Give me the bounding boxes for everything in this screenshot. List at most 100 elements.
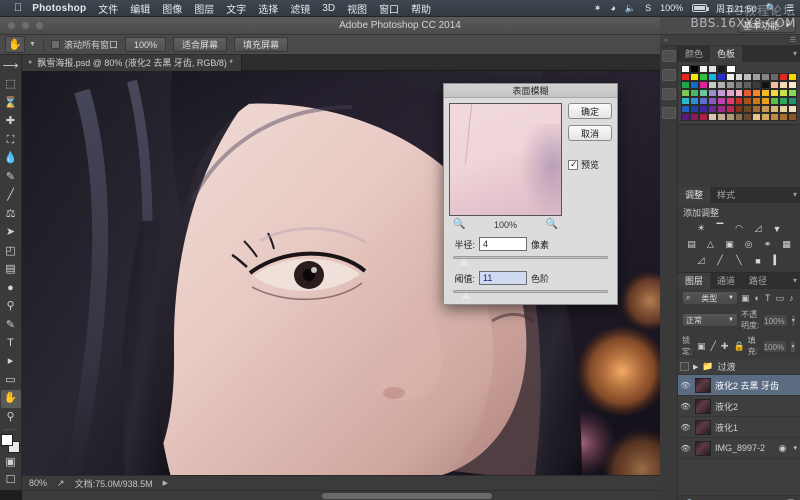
swatch[interactable]	[770, 73, 780, 81]
preview-checkbox[interactable]: 预览	[568, 158, 599, 171]
fill-value[interactable]: 100%	[762, 339, 788, 353]
swatch[interactable]	[707, 73, 717, 81]
eyedropper-tool[interactable]: 💧	[1, 149, 21, 167]
brush-tool[interactable]: ╱	[1, 186, 21, 204]
swatch[interactable]	[743, 81, 753, 89]
vibrance-icon[interactable]: ▼	[770, 222, 784, 235]
dodge-tool[interactable]: ⚲	[1, 297, 21, 315]
tab-layers[interactable]: 图层	[678, 273, 711, 289]
selective-color-icon[interactable]: ▍	[770, 254, 784, 267]
zoom-level-label[interactable]: 80%	[29, 478, 47, 488]
swatch[interactable]	[707, 89, 717, 97]
exposure-icon[interactable]: ◿	[751, 222, 765, 235]
scrollbar-thumb[interactable]	[322, 493, 492, 499]
checkbox-box[interactable]	[50, 40, 60, 49]
filter-adjustment-icon[interactable]: ◐	[755, 293, 760, 304]
group-checkbox[interactable]	[680, 362, 689, 371]
chevron-down-icon[interactable]: ▾	[793, 444, 800, 452]
input-source-icon[interactable]: S	[645, 3, 651, 13]
chevron-right-icon[interactable]: ▶	[693, 363, 698, 371]
layer-filter-type[interactable]: ⌕ 类型 ▼	[682, 291, 738, 305]
table-row[interactable]: 👁 IMG_8997-2 ◉ ▾	[678, 438, 800, 459]
fx-icon[interactable]: ◉	[779, 443, 790, 454]
menu-file[interactable]: 文件	[98, 1, 118, 16]
swatch[interactable]	[752, 81, 762, 89]
swatch[interactable]	[689, 73, 699, 81]
hue-saturation-icon[interactable]: ▤	[685, 238, 699, 251]
zoom-out-icon[interactable]: 🔍	[453, 219, 465, 230]
lock-transparent-icon[interactable]: ▣	[697, 341, 706, 352]
blend-mode-select[interactable]: 正常 ▼	[682, 313, 738, 327]
swatch[interactable]	[707, 81, 717, 89]
swatch[interactable]	[779, 73, 789, 81]
tab-swatches[interactable]: 色板	[710, 46, 743, 62]
swatch[interactable]	[788, 89, 797, 97]
eye-icon[interactable]: 👁	[680, 423, 691, 432]
swatch[interactable]	[717, 65, 727, 73]
history-panel-icon[interactable]	[661, 50, 676, 62]
quick-selection-tool[interactable]: ✚	[1, 112, 21, 130]
eye-icon[interactable]: 👁	[680, 402, 691, 411]
swatch[interactable]	[708, 65, 718, 73]
eye-icon[interactable]: 👁	[680, 444, 691, 453]
blur-tool[interactable]: ●	[1, 279, 21, 297]
screen-mode-icon[interactable]: ☐	[1, 472, 21, 490]
swatch[interactable]	[743, 113, 753, 121]
swatch[interactable]	[725, 89, 735, 97]
swatch[interactable]	[681, 65, 691, 73]
swatch[interactable]	[725, 97, 735, 105]
layer-group-row[interactable]: ▶ 📁 过渡	[678, 359, 800, 375]
color-lookup-icon[interactable]: ▦	[780, 238, 794, 251]
fit-screen-button[interactable]: 适合屏幕	[172, 37, 227, 52]
hand-tool-icon[interactable]: ✋	[5, 36, 25, 53]
menu-3d[interactable]: 3D	[322, 3, 335, 14]
swatch[interactable]	[743, 105, 753, 113]
swatch[interactable]	[716, 113, 726, 121]
gradient-map-icon[interactable]: ■	[751, 254, 765, 267]
swatch[interactable]	[761, 105, 771, 113]
black-white-icon[interactable]: ▣	[723, 238, 737, 251]
panel-menu-icon[interactable]: ▾	[793, 190, 797, 199]
panel-menu-icon[interactable]: ▾	[793, 276, 797, 285]
swatch[interactable]	[689, 89, 699, 97]
history-brush-tool[interactable]: ➤	[1, 223, 21, 241]
fill-screen-button[interactable]: 填充屏幕	[234, 37, 289, 52]
color-balance-icon[interactable]: △	[704, 238, 718, 251]
swatch[interactable]	[716, 89, 726, 97]
lock-image-icon[interactable]: ╱	[710, 341, 715, 352]
battery-icon[interactable]	[692, 4, 710, 12]
pen-tool[interactable]: ✎	[1, 316, 21, 334]
swatch[interactable]	[725, 73, 735, 81]
swatch[interactable]	[698, 113, 708, 121]
swatch[interactable]	[716, 81, 726, 89]
menu-window[interactable]: 窗口	[379, 1, 399, 16]
menu-edit[interactable]: 编辑	[130, 1, 150, 16]
swatch[interactable]	[681, 113, 690, 121]
zoom-in-icon[interactable]: 🔍	[546, 219, 558, 230]
swatch[interactable]	[716, 97, 726, 105]
menu-layer[interactable]: 图层	[194, 1, 214, 16]
panel-menu-icon[interactable]: ▾	[793, 49, 797, 58]
eye-icon[interactable]: 👁	[680, 381, 691, 390]
clock-label[interactable]: 周五21:50	[716, 2, 757, 15]
slider-track[interactable]	[453, 256, 608, 259]
eraser-tool[interactable]: ◰	[1, 242, 21, 260]
swatch[interactable]	[752, 97, 762, 105]
color-swatches[interactable]	[0, 433, 21, 453]
swatch[interactable]	[725, 81, 735, 89]
menu-image[interactable]: 图像	[162, 1, 182, 16]
invert-icon[interactable]: ◿	[694, 254, 708, 267]
brush-panel-icon[interactable]	[661, 107, 676, 119]
swatch[interactable]	[788, 97, 797, 105]
swatch[interactable]	[734, 73, 744, 81]
swatch[interactable]	[725, 105, 735, 113]
zoom-100-button[interactable]: 100%	[124, 37, 166, 52]
swatch[interactable]	[761, 113, 771, 121]
channel-mixer-icon[interactable]: ⚭	[761, 238, 775, 251]
horizontal-scrollbar[interactable]	[22, 490, 660, 500]
fill-stepper[interactable]: ▾	[790, 339, 797, 353]
checkbox-box[interactable]	[568, 159, 578, 170]
layer-thumbnail[interactable]	[695, 440, 711, 456]
swatch[interactable]	[707, 113, 717, 121]
filter-shape-icon[interactable]: ▭	[775, 293, 784, 304]
